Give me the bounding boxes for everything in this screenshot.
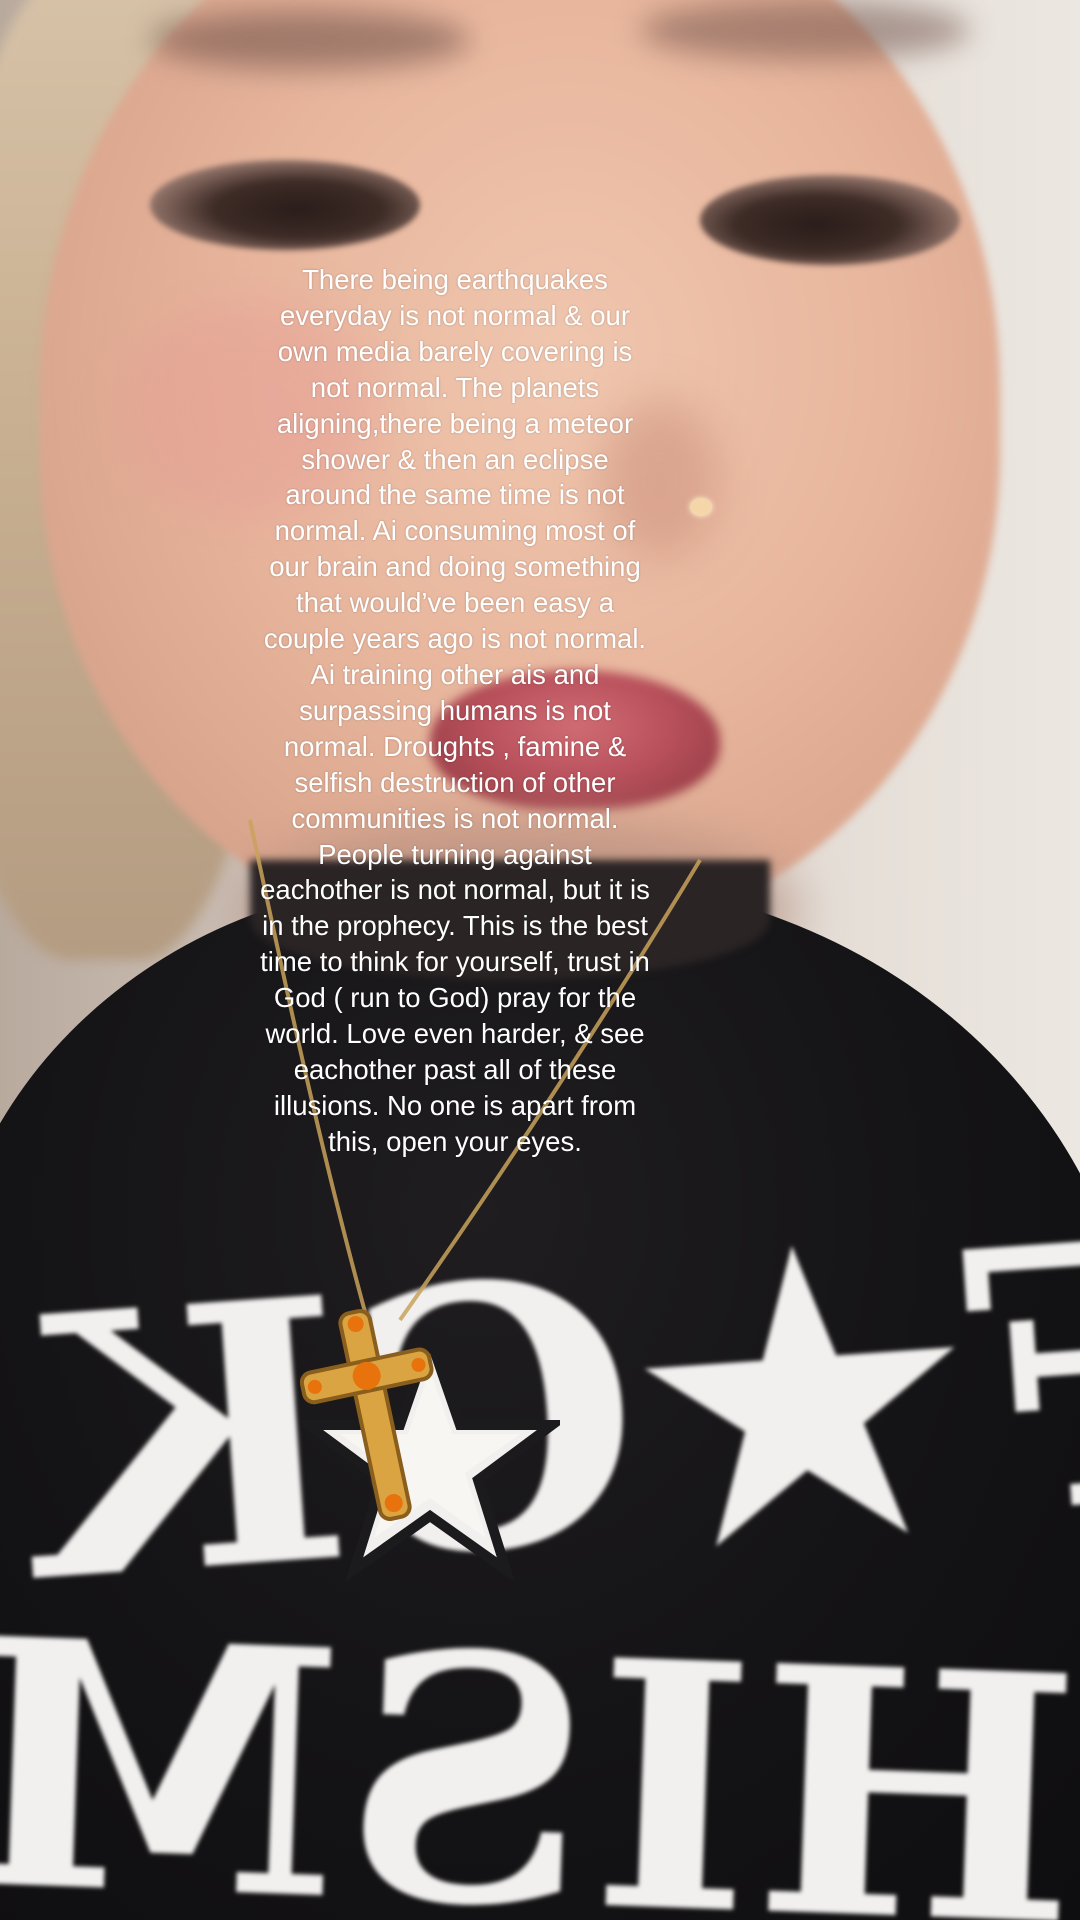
left-eye — [150, 160, 420, 250]
cross-pendant-icon — [300, 1309, 434, 1521]
right-eye — [700, 175, 960, 265]
nose-ring — [690, 498, 712, 516]
right-eyebrow — [640, 0, 970, 60]
shirt-print-bottom: MACHISM — [0, 1564, 1080, 1920]
left-eyebrow — [150, 10, 470, 70]
video-caption-text: There being earthquakes everyday is not … — [260, 264, 650, 1157]
video-frame[interactable]: F★CK MACHISM There being earthquakes eve… — [0, 0, 1080, 1920]
